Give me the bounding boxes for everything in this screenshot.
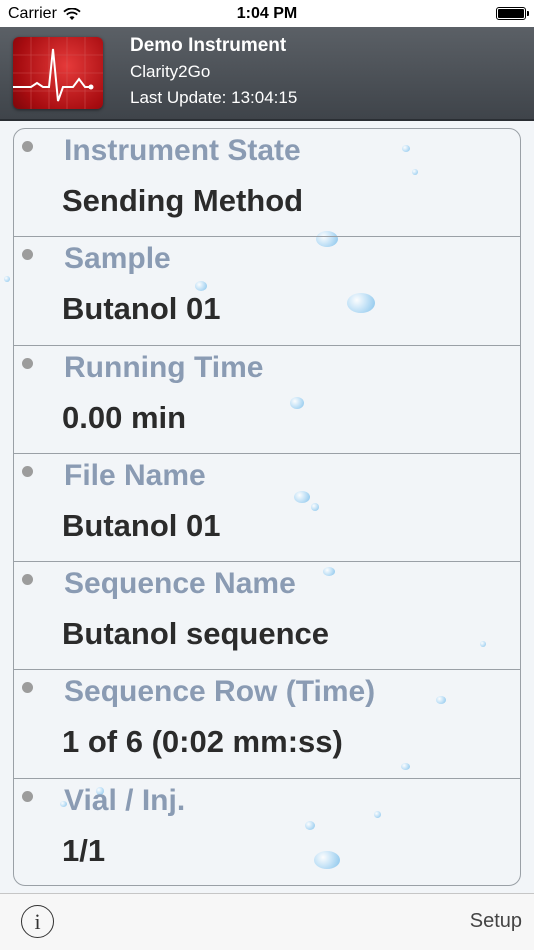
app-name: Clarity2Go [130,62,211,81]
row-label: Instrument State [64,134,301,167]
status-time: 1:04 PM [236,5,298,22]
row-bullet [22,465,33,477]
status-bar: Carrier 1:04 PM [0,0,534,27]
row-value: 0.00 min [62,399,187,435]
instrument-status-card: Instrument State Sending Method Sample B… [13,128,521,886]
row-label: Sequence Name [64,567,296,601]
instrument-header: Demo Instrument Clarity2Go Last Update: … [0,27,534,121]
row-value: Sending Method [62,183,304,218]
row-bullet [22,249,33,261]
row-label: Running Time [64,350,264,384]
row-value: Butanol 01 [62,291,221,327]
row-label: Sequence Row (Time) [64,675,376,709]
status-row-sequence-name: Sequence Name Butanol sequence [14,562,520,671]
row-bullet [22,682,33,694]
row-bullet [22,141,33,152]
row-label: Vial / Inj. [64,783,186,817]
row-bullet [22,574,33,586]
row-bullet [22,357,33,369]
status-row-sequence-row: Sequence Row (Time) 1 of 6 (0:02 mm:ss) [14,670,520,779]
setup-button[interactable]: Setup [470,910,522,933]
bubble-decoration [4,276,10,282]
status-row-vial-injection: Vial / Inj. 1/1 [14,779,520,885]
row-value: Butanol sequence [62,616,329,652]
instrument-name: Demo Instrument [130,35,287,56]
row-bullet [22,790,33,802]
row-value: Butanol 01 [62,507,221,543]
status-row-sample: Sample Butanol 01 [14,237,520,346]
row-label: Sample [64,242,171,276]
status-row-running-time: Running Time 0.00 min [14,346,520,454]
row-value: 1/1 [62,832,106,868]
row-label: File Name [64,458,206,492]
info-icon[interactable]: i [21,905,54,938]
status-row-instrument-state: Instrument State Sending Method [14,129,520,238]
row-value: 1 of 6 (0:02 mm:ss) [62,724,343,760]
status-content: Instrument State Sending Method Sample B… [0,121,534,893]
ecg-monitor-icon [13,37,103,109]
bottom-toolbar: i Setup [0,893,534,950]
status-row-file-name: File Name Butanol 01 [14,454,520,563]
battery-icon [496,7,529,20]
last-update: Last Update: 13:04:15 [130,88,298,107]
